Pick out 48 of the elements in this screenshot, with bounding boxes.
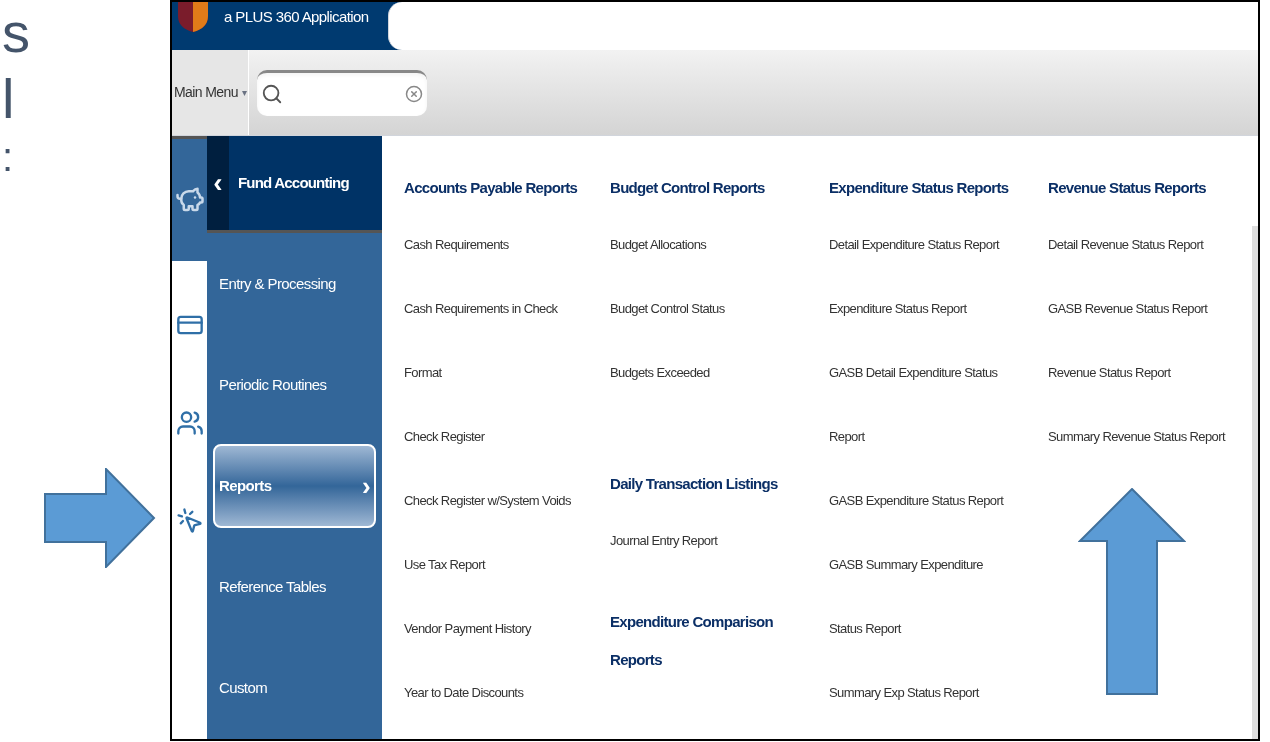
- report-link[interactable]: Expenditure Status Report: [829, 277, 967, 341]
- report-link[interactable]: Budgets Exceeded: [610, 341, 710, 405]
- section-heading: Revenue Status Reports: [1048, 178, 1207, 198]
- section-heading: Budget Control Reports: [610, 178, 766, 198]
- section-heading: Expenditure Comparison Reports: [610, 612, 774, 670]
- people-icon[interactable]: [175, 409, 204, 437]
- slide-title-text: s: [2, 0, 31, 66]
- section-heading: Accounts Payable Reports: [404, 178, 579, 198]
- report-link[interactable]: Check Register w/System Voids: [404, 469, 571, 533]
- nav-item[interactable]: Reference Tables: [213, 567, 376, 608]
- clear-icon[interactable]: [405, 85, 424, 103]
- nav-item[interactable]: Custom: [213, 668, 376, 709]
- main-menu-button[interactable]: Main Menu ▾: [172, 50, 250, 135]
- report-link[interactable]: GASB Expenditure Status Report: [829, 469, 1004, 533]
- nav-header: Fund Accounting: [238, 172, 349, 193]
- search-field[interactable]: [257, 69, 428, 116]
- nav-item[interactable]: Reports ›: [213, 444, 376, 529]
- back-button[interactable]: ‹: [207, 136, 229, 231]
- caret-icon: ▾: [241, 85, 247, 100]
- chevron-icon: ›: [361, 466, 370, 506]
- report-link[interactable]: GASB Summary Expenditure Status Report: [829, 533, 1019, 661]
- slide-title-text: l: [2, 66, 16, 132]
- report-link[interactable]: Journal Entry Report: [610, 509, 718, 573]
- report-link[interactable]: Use Tax Report: [404, 533, 485, 597]
- report-link[interactable]: Cash Requirements: [404, 213, 509, 277]
- nav-item[interactable]: Periodic Routines: [213, 365, 376, 406]
- nav-item[interactable]: Entry & Processing: [213, 263, 376, 304]
- search-icon: [261, 83, 284, 105]
- report-link[interactable]: Detail Expenditure Status Report: [829, 213, 1000, 277]
- shield-logo-icon: [178, 2, 208, 32]
- report-link[interactable]: Cash Requirements in Check: [404, 277, 558, 341]
- slide-title-text: :: [2, 134, 15, 181]
- section-heading: Daily Transaction Listings: [610, 474, 779, 494]
- app-title: a PLUS 360 Application: [224, 7, 369, 27]
- report-link[interactable]: Revenue Status Report: [1048, 341, 1171, 405]
- report-link[interactable]: Summary Revenue Status Report: [1048, 405, 1225, 469]
- report-link[interactable]: Vendor Payment History: [404, 597, 531, 661]
- report-link[interactable]: Check Register: [404, 405, 485, 469]
- report-link[interactable]: GASB Revenue Status Report: [1048, 277, 1208, 341]
- report-link[interactable]: Year to Date Discounts: [404, 661, 524, 725]
- report-link[interactable]: Detail Revenue Status Report: [1048, 213, 1204, 277]
- report-link[interactable]: GASB Detail Expenditure Status Report: [829, 341, 1019, 469]
- cursor-icon[interactable]: [175, 507, 204, 535]
- report-link[interactable]: Budget Control Status: [610, 277, 725, 341]
- section-heading: Expenditure Status Reports: [829, 178, 1010, 198]
- report-link[interactable]: Budget Allocations: [610, 213, 707, 277]
- report-link[interactable]: Format: [404, 341, 442, 405]
- report-link[interactable]: Summary Exp Status Report: [829, 661, 979, 725]
